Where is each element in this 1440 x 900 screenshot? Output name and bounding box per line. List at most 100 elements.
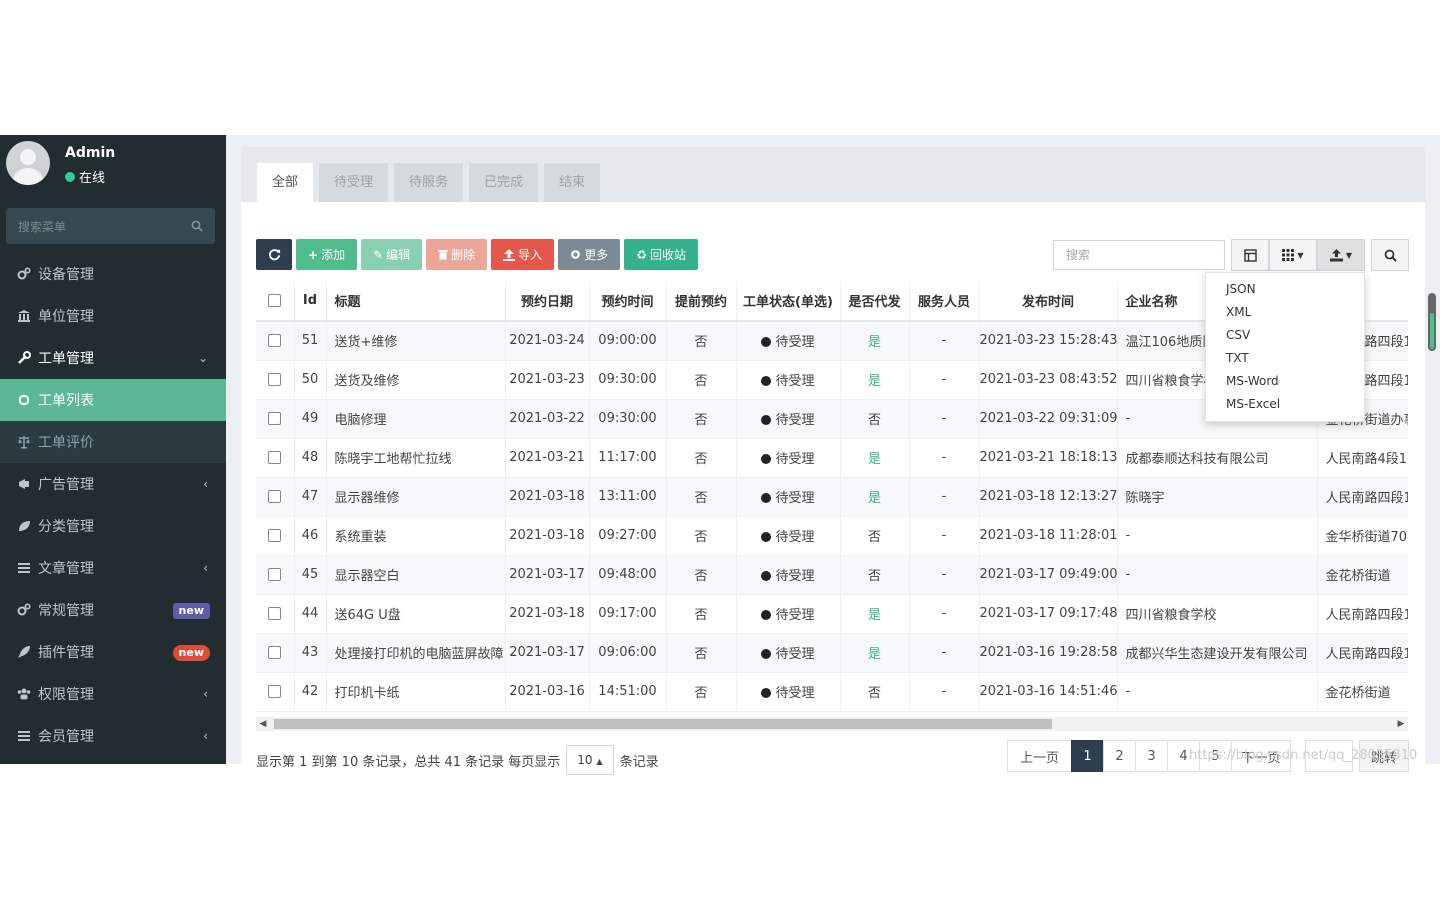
sidebar-item-workorder-review[interactable]: 工单评价 — [0, 421, 226, 463]
tab-closed[interactable]: 结束 — [544, 163, 601, 202]
table-row[interactable]: 44 送64G U盘 2021-03-18 09:17:00 否 待受理 是 -2021-03… — [256, 594, 1408, 634]
status-label: 待受理 — [775, 413, 815, 428]
column-header[interactable]: 服务人员 — [909, 281, 980, 322]
columns-button[interactable]: ▼ — [1269, 239, 1317, 271]
column-header[interactable]: Id — [294, 281, 327, 322]
row-select-cell — [256, 516, 295, 556]
export-option[interactable]: MS-Word — [1206, 370, 1364, 393]
vertical-scrollbar[interactable] — [1428, 293, 1436, 351]
sidebar-menu: 设备管理 单位管理 工单管理 ⌄ 工单列表 工单评价 广告管理 ‹ 分类管理 文… — [0, 253, 226, 757]
tab-all[interactable]: 全部 — [257, 163, 314, 202]
table-row[interactable]: 47 显示器维修 2021-03-18 13:11:00 否 待受理 是 -2021-03-1… — [256, 477, 1408, 517]
export-option[interactable]: JSON — [1206, 278, 1364, 301]
column-header[interactable]: 预约日期 — [505, 281, 590, 322]
sidebar-item-article[interactable]: 文章管理 ‹ — [0, 547, 226, 589]
status-label: 待受理 — [775, 452, 815, 467]
column-header[interactable]: 发布时间 — [979, 281, 1118, 322]
delete-button[interactable]: 删除 — [426, 239, 488, 270]
toggle-view-button[interactable] — [1231, 239, 1269, 271]
add-button[interactable]: + 添加 — [296, 239, 358, 270]
table-row[interactable]: 46 系统重装 2021-03-18 09:27:00 否待受理否 -2021-03-18… — [256, 516, 1408, 556]
cell-proxy: 是 — [840, 438, 910, 478]
new-badge: new — [172, 645, 210, 661]
export-button[interactable]: ▼ — [1317, 239, 1365, 271]
column-header[interactable]: 预约时间 — [589, 281, 667, 322]
cell-date: 2021-03-17 — [505, 555, 590, 595]
table-row[interactable]: 48 陈晓宇工地帮忙拉线 2021-03-21 11:17:00 否 待受理 是 -2021-… — [256, 438, 1408, 478]
export-option[interactable]: TXT — [1206, 347, 1364, 370]
export-option[interactable]: MS-Excel — [1206, 393, 1364, 416]
scroll-left-icon[interactable]: ◀ — [256, 717, 270, 731]
refresh-button[interactable] — [256, 239, 292, 270]
page-button[interactable]: 2 — [1103, 740, 1136, 772]
row-checkbox[interactable] — [268, 646, 282, 659]
column-header[interactable]: 工单状态(单选) — [736, 281, 841, 322]
row-checkbox[interactable] — [268, 529, 282, 542]
avatar[interactable] — [6, 141, 50, 185]
import-button[interactable]: 导入 — [491, 239, 555, 270]
row-checkbox[interactable] — [268, 451, 282, 464]
search-icon[interactable] — [191, 220, 203, 232]
tab-pending[interactable]: 待受理 — [319, 163, 389, 202]
scroll-right-icon[interactable]: ▶ — [1394, 717, 1408, 731]
cell-early: 否 — [666, 516, 737, 556]
sidebar-item-label: 工单评价 — [38, 435, 94, 451]
more-button[interactable]: 更多 — [558, 239, 621, 270]
search-toggle-button[interactable] — [1371, 239, 1409, 271]
cogs-icon — [16, 602, 32, 618]
cell-early: 否 — [666, 360, 737, 400]
table-row[interactable]: 43 处理接打印机的电脑蓝屏故障 2021-03-17 09:06:00 否 待受理 是 -2… — [256, 633, 1408, 673]
app-frame: Admin 在线 搜索菜单 设备管理 单位管理 工单管理 ⌄ 工单列表 工单评价… — [0, 135, 1440, 775]
row-checkbox[interactable] — [268, 334, 282, 348]
sidebar-item-member[interactable]: 会员管理 ‹ — [0, 715, 226, 757]
page-button[interactable]: 1 — [1071, 740, 1104, 772]
export-option[interactable]: CSV — [1206, 324, 1364, 347]
cell-staff: - — [909, 516, 980, 556]
tab-to-serve[interactable]: 待服务 — [394, 163, 464, 202]
horizontal-scrollbar[interactable]: ◀ ▶ — [256, 717, 1408, 731]
menu-search-input[interactable]: 搜索菜单 — [6, 208, 215, 244]
table-row[interactable]: 42 打印机卡纸 2021-03-16 14:51:00 否待受理否 -2021-03-1… — [256, 672, 1408, 712]
column-header[interactable]: 是否代发 — [840, 281, 910, 322]
column-header[interactable]: 提前预约 — [666, 281, 737, 322]
sidebar-item-ads[interactable]: 广告管理 ‹ — [0, 463, 226, 505]
cell-company: - — [1117, 555, 1318, 595]
sidebar-item-category[interactable]: 分类管理 — [0, 505, 226, 547]
caret-down-icon: ▼ — [1345, 250, 1353, 260]
table-row[interactable]: 45 显示器空白 2021-03-17 09:48:00 否待受理否 -2021-03-1… — [256, 555, 1408, 595]
sidebar-item-general[interactable]: 常规管理 new — [0, 589, 226, 631]
sidebar-item-device[interactable]: 设备管理 — [0, 253, 226, 295]
cell-title: 处理接打印机的电脑蓝屏故障 — [326, 633, 506, 673]
export-option[interactable]: XML — [1206, 301, 1364, 324]
tab-completed[interactable]: 已完成 — [469, 163, 539, 202]
prev-page-button[interactable]: 上一页 — [1007, 740, 1072, 772]
cell-proxy: 是 — [840, 477, 910, 517]
sidebar-item-workorder-list[interactable]: 工单列表 — [0, 379, 226, 421]
page-size-select[interactable]: 10 ▲ — [566, 745, 614, 775]
import-button-label: 导入 — [518, 248, 543, 262]
scrollbar-thumb[interactable] — [274, 719, 1052, 729]
recycle-bin-button[interactable]: ♻ 回收站 — [624, 239, 698, 270]
edit-button[interactable]: ✎ 编辑 — [361, 239, 423, 270]
user-status-label: 在线 — [79, 171, 106, 186]
sidebar-item-label: 会员管理 — [38, 729, 94, 745]
page-button[interactable]: 3 — [1135, 740, 1168, 772]
cell-id: 48 — [294, 438, 327, 478]
table-search-input[interactable]: 搜索 — [1053, 240, 1225, 270]
row-checkbox[interactable] — [268, 373, 282, 386]
select-all-checkbox[interactable] — [268, 294, 282, 307]
sidebar-item-plugin[interactable]: 插件管理 new — [0, 631, 226, 673]
cell-address: 金花桥街道 — [1317, 555, 1408, 595]
sidebar-item-unit[interactable]: 单位管理 — [0, 295, 226, 337]
sidebar: Admin 在线 搜索菜单 设备管理 单位管理 工单管理 ⌄ 工单列表 工单评价… — [0, 135, 226, 764]
sidebar-item-permission[interactable]: 权限管理 ‹ — [0, 673, 226, 715]
row-checkbox[interactable] — [268, 490, 282, 503]
sidebar-item-workorder[interactable]: 工单管理 ⌄ — [0, 337, 226, 379]
row-checkbox[interactable] — [268, 412, 282, 425]
row-checkbox[interactable] — [268, 568, 282, 581]
row-checkbox[interactable] — [268, 685, 282, 698]
cell-title: 送货+维修 — [326, 321, 506, 361]
column-header[interactable]: 标题 — [326, 281, 506, 322]
cell-early: 否 — [666, 399, 737, 439]
row-checkbox[interactable] — [268, 607, 282, 620]
